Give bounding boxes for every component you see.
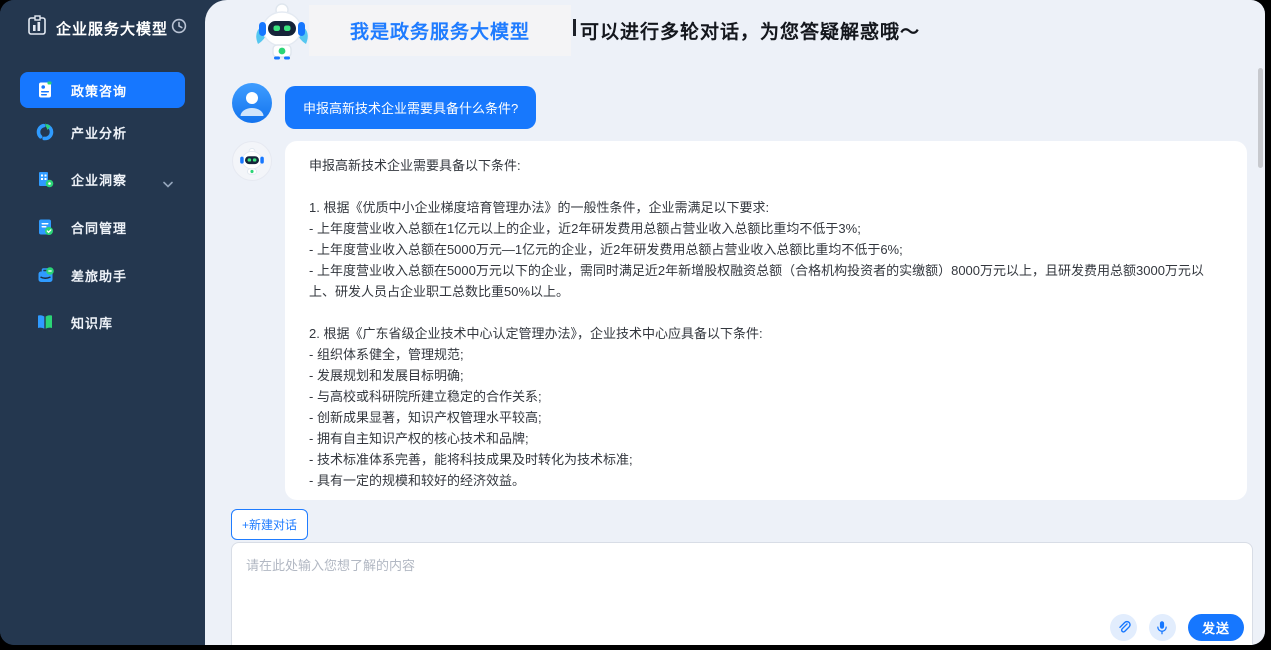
composer-actions: 发送 — [1110, 614, 1244, 641]
app-window: 企业服务大模型 政策咨询 — [0, 0, 1265, 645]
industry-chart-icon — [35, 122, 55, 142]
sidebar-item-knowledge-base[interactable]: 知识库 — [20, 304, 185, 340]
policy-doc-icon — [35, 80, 55, 100]
composer: 发送 — [231, 542, 1253, 645]
knowledge-book-icon — [35, 312, 55, 332]
intro-subtitle: 可以进行多轮对话，为您答疑解惑哦～ — [580, 17, 920, 44]
sidebar-item-policy-consult[interactable]: 政策咨询 — [20, 72, 185, 108]
sidebar: 企业服务大模型 政策咨询 — [0, 0, 205, 645]
microphone-icon — [1155, 620, 1169, 635]
travel-suitcase-icon — [35, 265, 55, 285]
paperclip-icon — [1116, 620, 1131, 635]
robot-mascot-icon — [251, 2, 313, 65]
sidebar-item-travel-assistant[interactable]: 差旅助手 — [20, 257, 185, 293]
sidebar-item-industry-analysis[interactable]: 产业分析 — [20, 114, 185, 150]
sidebar-item-label: 政策咨询 — [71, 81, 127, 100]
microphone-button[interactable] — [1149, 614, 1176, 641]
contract-doc-icon — [35, 217, 55, 237]
sidebar-item-label: 差旅助手 — [71, 266, 127, 285]
sidebar-item-label: 合同管理 — [71, 218, 127, 237]
new-chat-button[interactable]: +新建对话 — [231, 509, 308, 540]
chevron-down-icon — [163, 175, 173, 193]
user-avatar — [232, 83, 272, 123]
sidebar-item-label: 企业洞察 — [71, 170, 127, 189]
sidebar-item-enterprise-insight[interactable]: 企业洞察 — [20, 161, 185, 197]
app-logo-icon — [26, 15, 48, 42]
app-title: 企业服务大模型 — [56, 18, 168, 39]
intro-badge-text: 我是政务服务大模型 — [350, 17, 530, 44]
send-button[interactable]: 发送 — [1188, 614, 1244, 641]
clipped-text-fragment — [573, 19, 576, 36]
scrollbar-thumb[interactable] — [1258, 68, 1263, 168]
enterprise-building-icon — [35, 169, 55, 189]
sidebar-header: 企业服务大模型 — [0, 0, 205, 56]
attachment-button[interactable] — [1110, 614, 1137, 641]
bot-message-card: 申报高新技术企业需要具备以下条件: 1. 根据《优质中小企业梯度培育管理办法》的… — [285, 141, 1247, 500]
main-content: 我是政务服务大模型 可以进行多轮对话，为您答疑解惑哦～ 申报高新技术企业需要具备… — [205, 0, 1265, 645]
history-icon[interactable] — [171, 18, 187, 39]
sidebar-item-label: 知识库 — [71, 313, 113, 332]
sidebar-item-contract-management[interactable]: 合同管理 — [20, 209, 185, 245]
intro-badge: 我是政务服务大模型 — [309, 5, 571, 56]
bot-avatar — [232, 141, 272, 181]
chat-input[interactable] — [232, 543, 1252, 601]
sidebar-item-label: 产业分析 — [71, 123, 127, 142]
user-message-bubble: 申报高新技术企业需要具备什么条件? — [285, 86, 536, 129]
bot-message-text: 申报高新技术企业需要具备以下条件: 1. 根据《优质中小企业梯度培育管理办法》的… — [309, 155, 1223, 491]
